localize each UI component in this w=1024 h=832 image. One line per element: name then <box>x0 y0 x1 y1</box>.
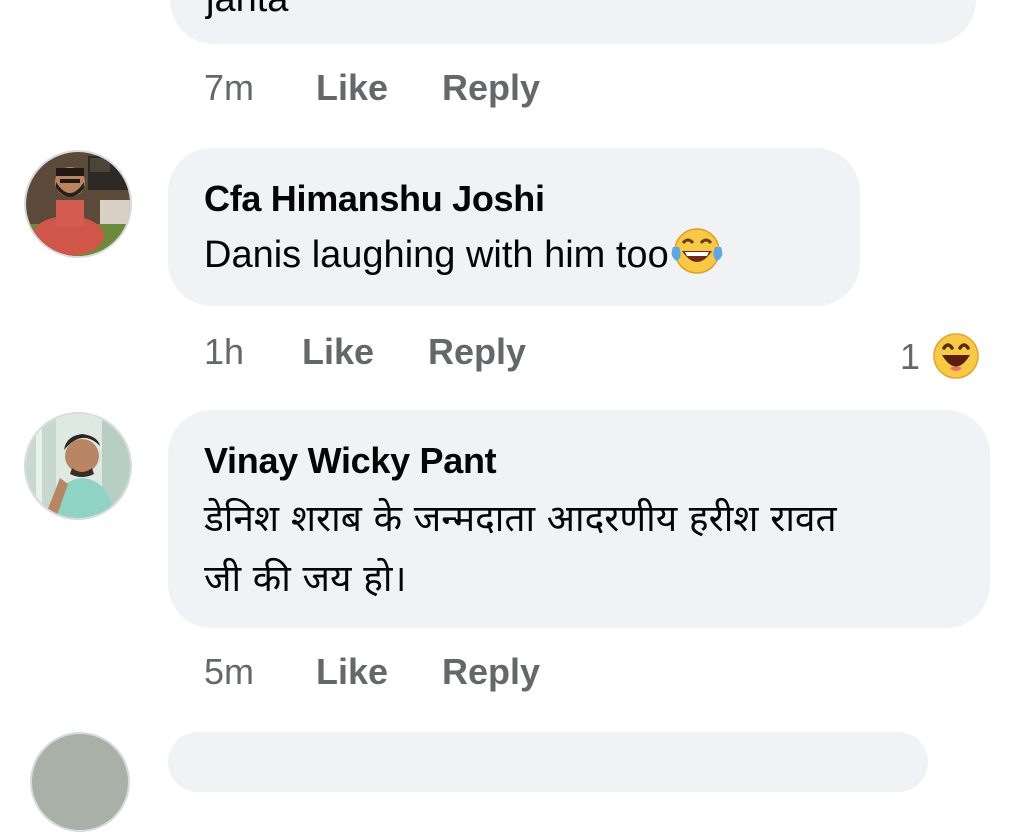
comment-text: Danis laughing with him too <box>204 226 723 292</box>
avatar[interactable] <box>24 412 132 520</box>
haha-reaction-icon <box>932 332 980 385</box>
like-button[interactable]: Like <box>302 330 374 374</box>
like-button[interactable]: Like <box>316 650 388 694</box>
comment-bubble <box>168 732 928 792</box>
comment-text-line-1: डेनिश शराब के जन्मदाता आदरणीय हरीश रावत <box>204 497 837 540</box>
comment-timestamp: 7m <box>204 67 255 108</box>
tears-of-joy-icon <box>671 227 723 292</box>
avatar[interactable] <box>24 150 132 258</box>
comment-timestamp: 5m <box>204 651 255 692</box>
avatar[interactable] <box>30 732 130 832</box>
reply-button[interactable]: Reply <box>442 650 540 694</box>
comment-text: janta <box>206 0 288 28</box>
reply-button[interactable]: Reply <box>428 330 526 374</box>
reaction-summary[interactable]: 1 <box>900 332 984 380</box>
like-button[interactable]: Like <box>316 66 388 110</box>
reaction-count: 1 <box>900 336 921 377</box>
comment-text-body: Danis laughing with him too <box>204 234 669 276</box>
comment-bubble: Cfa Himanshu Joshi Danis laughing with h… <box>168 148 860 306</box>
comment-text-line-2: जी की जय हो। <box>204 557 407 600</box>
comment-author[interactable]: Cfa Himanshu Joshi <box>204 178 545 220</box>
comment-bubble: janta <box>170 0 976 44</box>
comment-timestamp: 1h <box>204 331 245 372</box>
reply-button[interactable]: Reply <box>442 66 540 110</box>
comment-bubble: Vinay Wicky Pant डेनिश शराब के जन्मदाता … <box>168 410 990 628</box>
comment-author[interactable]: Vinay Wicky Pant <box>204 440 497 482</box>
